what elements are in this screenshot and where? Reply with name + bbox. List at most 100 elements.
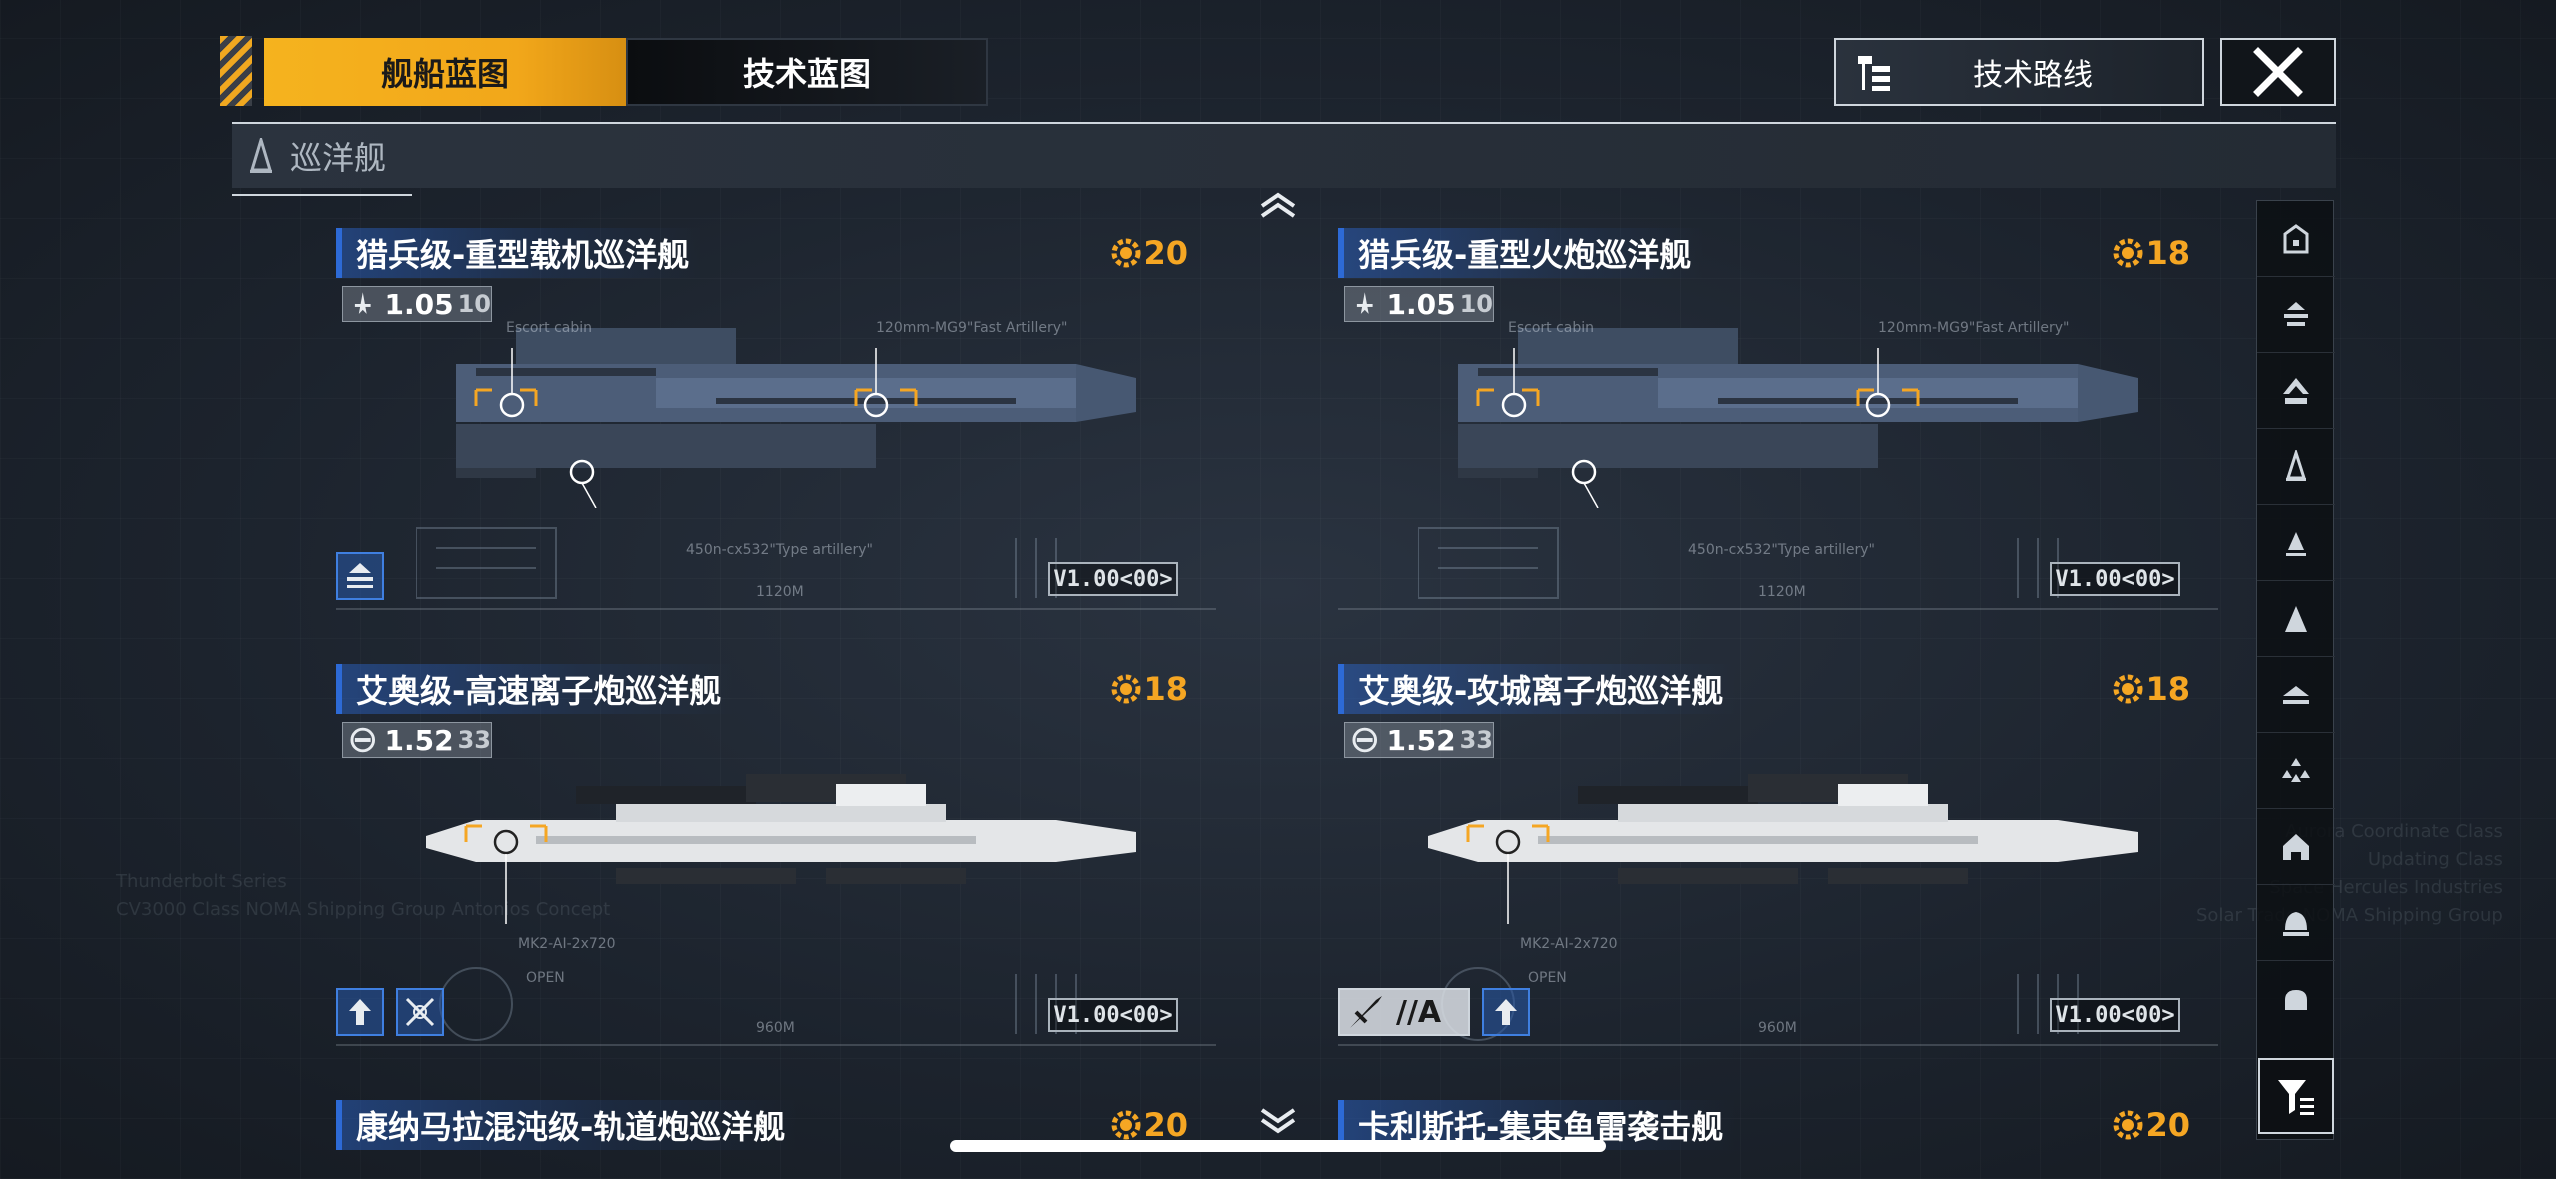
annotation-label: 120mm-MG9"Fast Artillery" [1878,320,2070,336]
speed-tag-icon[interactable] [1482,988,1530,1036]
ship-render-dark [456,328,1136,508]
up-arrow-icon [1495,999,1517,1025]
category-bar: 巡洋舰 [232,122,2336,196]
rail-item-station[interactable] [2257,809,2335,885]
close-icon [2253,47,2303,97]
cost-badge: 18 [1111,670,1188,708]
utility-icon [2285,990,2307,1010]
speed-tag-icon[interactable] [336,988,384,1036]
resource-gear-icon [2113,238,2143,268]
hazard-stripe [220,36,252,106]
rail-item-corvette[interactable] [2257,581,2335,657]
auxiliary-icon [2283,685,2309,704]
version-badge: V1.00<00> [2050,562,2180,596]
game-screen: Thunderbolt Series CV3000 Class NOMA Shi… [0,0,2556,1179]
card-title: 艾奥级-高速离子炮巡洋舰 [342,664,736,714]
fighter-group-icon [2282,757,2310,782]
card-title: 猎兵级-重型载机巡洋舰 [342,228,704,278]
tab-label: 舰船蓝图 [380,55,509,93]
background-text-right: Aurora Coordinate Class Updating Class S… [2196,821,2503,926]
cross-cannon-icon [405,997,435,1027]
annotation-label: MK2-AI-2x720 [518,936,616,952]
annotation-label: MK2-AI-2x720 [1520,936,1618,952]
resource-gear-icon [1111,238,1141,268]
top-bar: 舰船蓝图 技术蓝图 技术路线 [220,36,2336,108]
fighter-icon [354,292,371,314]
scroll-up-icon[interactable] [1258,192,1298,218]
rail-item-cruiser[interactable] [2257,429,2335,505]
battleship-icon [2283,223,2309,253]
blueprint-card[interactable]: 猎兵级-重型火炮巡洋舰 18 1.05 10 Escort cabin 120m… [1338,228,2218,628]
carrier-icon [2284,301,2308,326]
ion-tag-icon[interactable] [396,988,444,1036]
ion-emblem-icon [1352,727,1378,753]
resource-gear-icon [1111,674,1141,704]
annotation-label: Escort cabin [506,320,593,336]
home-indicator[interactable] [950,1140,1606,1152]
rail-item-gunboat[interactable] [2257,885,2335,961]
category-label: 巡洋舰 [290,139,387,177]
rail-item-destroyer[interactable] [2257,353,2335,429]
annotation-label: 120mm-MG9"Fast Artillery" [876,320,1068,336]
grade-tag[interactable]: //A [1338,988,1470,1036]
destroyer-icon [2283,377,2309,404]
ion-emblem-icon [350,727,376,753]
rail-item-auxiliary[interactable] [2257,657,2335,733]
rail-item-utility[interactable] [2257,961,2335,1037]
cost-value: 20 [2145,1106,2190,1144]
carrier-tag-icon[interactable] [336,552,384,600]
cost-value: 18 [2145,234,2190,272]
tab-tech-blueprints[interactable]: 技术蓝图 [626,38,988,106]
blueprint-card[interactable]: 猎兵级-重型载机巡洋舰 20 1.05 10 Escort cabin 120m… [336,228,1216,628]
cost-value: 20 [1143,1106,1188,1144]
rail-item-fighter-group[interactable] [2257,733,2335,809]
ship-render-white [1428,774,2138,924]
blueprint-lines [1418,527,2059,599]
scroll-down-icon[interactable] [1258,1108,1298,1134]
tree-icon [1858,56,1890,91]
filter-button[interactable] [2258,1058,2334,1134]
cost-badge: 18 [2113,234,2190,272]
cost-value: 20 [1143,234,1188,272]
cruiser-icon [2285,449,2307,481]
card-title: 康纳马拉混沌级-轨道炮巡洋舰 [342,1100,800,1150]
blueprint-card[interactable]: 艾奥级-攻城离子炮巡洋舰 18 1.52 33 MK2-AI-2x720 OPE… [1338,664,2218,1064]
resource-gear-icon [1111,1110,1141,1140]
rail-item-carrier[interactable] [2257,277,2335,353]
blueprint-card[interactable]: 艾奥级-高速离子炮巡洋舰 18 1.52 33 MK2-AI-2x720 OPE… [336,664,1216,1064]
resource-gear-icon [2113,674,2143,704]
tech-route-button[interactable]: 技术路线 [1834,38,2204,106]
blueprint-lines [439,967,1077,1041]
version-badge: V1.00<00> [2050,998,2180,1032]
category-underline [232,194,412,196]
fighter-icon [1356,292,1373,314]
siege-icon [1350,996,1382,1028]
cost-badge: 20 [1111,234,1188,272]
ship-render-dark [1458,328,2138,508]
up-arrow-icon [349,999,371,1025]
station-icon [2283,833,2309,860]
blueprint-lines [416,527,1057,599]
version-badge: V1.00<00> [1048,562,1178,596]
rail-item-frigate[interactable] [2257,505,2335,581]
cruiser-class-icon [249,138,273,173]
version-badge: V1.00<00> [1048,998,1178,1032]
gunboat-icon [2283,911,2309,936]
rail-item-battleship[interactable] [2257,201,2335,277]
card-title: 猎兵级-重型火炮巡洋舰 [1344,228,1706,278]
annotation-label: Escort cabin [1508,320,1595,336]
tab-label: 技术蓝图 [742,55,871,93]
cost-badge: 18 [2113,670,2190,708]
grade-value: //A [1396,994,1442,1030]
frigate-icon [2286,531,2306,556]
cost-badge: 20 [1111,1106,1188,1144]
tab-ship-blueprints[interactable]: 舰船蓝图 [264,38,626,106]
resource-gear-icon [2113,1110,2143,1140]
carrier-tag-icon [347,563,373,588]
filter-icon [2278,1080,2314,1115]
ship-render-white [426,774,1136,924]
cost-value: 18 [2145,670,2190,708]
tech-route-label: 技术路线 [1973,58,2093,93]
close-button[interactable] [2220,38,2336,106]
corvette-icon [2285,605,2307,632]
